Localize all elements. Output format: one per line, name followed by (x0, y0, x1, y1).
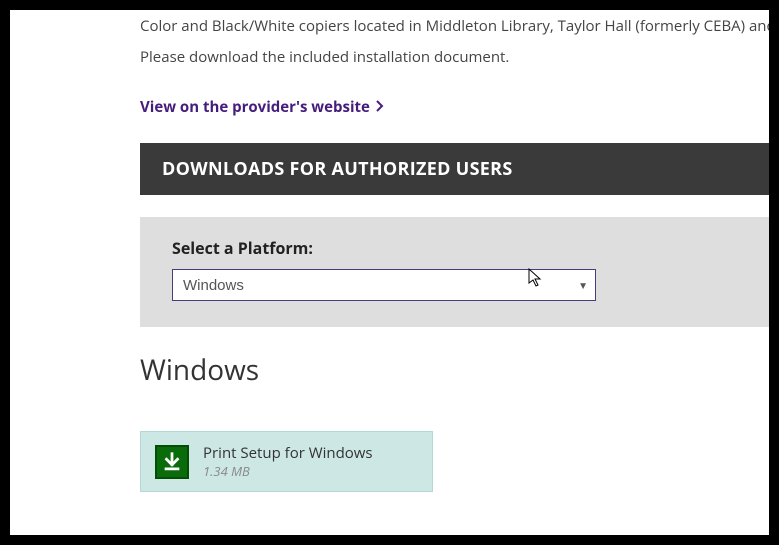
intro-text-line1: Color and Black/White copiers located in… (140, 10, 769, 41)
platform-heading: Windows (140, 351, 769, 389)
chevron-right-icon (376, 97, 384, 117)
platform-picker-panel: Select a Platform: Windows ▼ (140, 217, 769, 327)
platform-select[interactable]: Windows (172, 269, 596, 301)
direct-link-prefix: Direct Link: (140, 532, 222, 535)
download-arrow-icon (155, 445, 189, 479)
direct-link[interactable]: Print to Campus Convenience Copiers (222, 532, 503, 535)
direct-link-line: Direct Link: Print to Campus Convenience… (140, 532, 769, 535)
provider-website-link[interactable]: View on the provider's website (140, 97, 384, 117)
downloads-section-header: DOWNLOADS FOR AUTHORIZED USERS (140, 143, 769, 195)
download-card[interactable]: Print Setup for Windows 1.34 MB (140, 431, 433, 492)
intro-text-line2: Please download the included installatio… (140, 43, 769, 72)
download-name: Print Setup for Windows (203, 444, 373, 463)
download-size: 1.34 MB (203, 463, 373, 479)
provider-link-label: View on the provider's website (140, 97, 370, 117)
platform-label: Select a Platform: (172, 237, 757, 259)
